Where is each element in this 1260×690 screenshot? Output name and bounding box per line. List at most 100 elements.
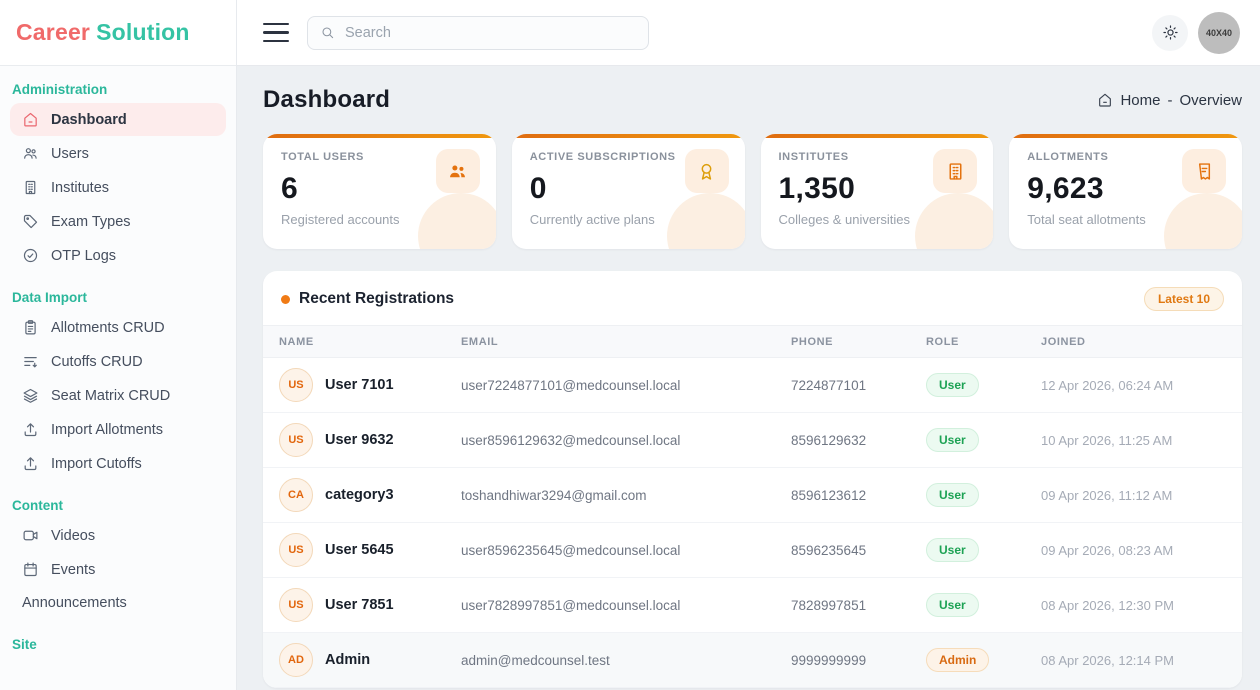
row-avatar: AD (279, 643, 313, 677)
sidebar-item-label: OTP Logs (51, 248, 116, 264)
sidebar-item[interactable]: Announcements (10, 587, 226, 619)
user-email: user8596235645@medcounsel.local (461, 543, 791, 558)
user-phone: 7224877101 (791, 378, 926, 393)
breadcrumb-separator: - (1167, 92, 1172, 109)
sidebar-item[interactable]: Seat Matrix CRUD (10, 379, 226, 412)
user-email: user7828997851@medcounsel.local (461, 598, 791, 613)
column-header: PHONE (791, 336, 926, 348)
sidebar-item-label: Announcements (22, 595, 127, 611)
sidebar-item[interactable]: Events (10, 553, 226, 586)
sidebar-item[interactable]: Users (10, 137, 226, 170)
user-name: User 9632 (325, 432, 394, 448)
sidebar-item-label: Dashboard (51, 112, 127, 128)
role-badge: Admin (926, 648, 989, 672)
stat-card: TOTAL USERS 6 Registered accounts (263, 134, 496, 249)
sidebar-item[interactable]: Videos (10, 519, 226, 552)
home-icon (1097, 92, 1113, 108)
user-avatar[interactable]: 40X40 (1198, 12, 1240, 54)
card-accent-bar (761, 134, 994, 138)
sidebar-section-label: Site (10, 633, 226, 658)
user-name: User 5645 (325, 542, 394, 558)
table-body: US User 7101 user7224877101@medcounsel.l… (263, 358, 1242, 688)
sidebar-item-label: Users (51, 146, 89, 162)
video-icon (22, 527, 39, 544)
role-badge: User (926, 428, 979, 452)
list-icon (22, 353, 39, 370)
table-row[interactable]: CA category3 toshandhiwar3294@gmail.com … (263, 468, 1242, 523)
column-header: ROLE (926, 336, 1041, 348)
sidebar-item-label: Seat Matrix CRUD (51, 388, 170, 404)
sidebar-item-label: Administration (12, 82, 107, 97)
user-phone: 9999999999 (791, 653, 926, 668)
breadcrumb-home[interactable]: Home (1120, 92, 1160, 109)
search-input[interactable] (343, 24, 636, 42)
stat-cards-row: TOTAL USERS 6 Registered accounts ACTIVE… (263, 134, 1242, 249)
joined-date: 12 Apr 2026, 06:24 AM (1041, 378, 1226, 393)
app: { "logo": { "part1": "Career", "part2": … (0, 0, 1260, 690)
sidebar-item[interactable]: Exam Types (10, 205, 226, 238)
search-icon (320, 25, 335, 40)
sidebar-item-label: Videos (51, 528, 95, 544)
sidebar-item[interactable]: Allotments CRUD (10, 311, 226, 344)
table-row[interactable]: US User 5645 user8596235645@medcounsel.l… (263, 523, 1242, 578)
joined-date: 10 Apr 2026, 11:25 AM (1041, 433, 1226, 448)
sidebar: Career Solution Administration Dashboard… (0, 0, 237, 690)
sidebar-item-label: Cutoffs CRUD (51, 354, 143, 370)
topbar: 40X40 (237, 0, 1260, 66)
row-avatar: US (279, 533, 313, 567)
building-icon (933, 149, 977, 193)
sidebar-item[interactable]: Import Allotments (10, 413, 226, 446)
sidebar-section-label: Administration (10, 78, 226, 103)
sun-icon (1162, 24, 1179, 41)
search-box[interactable] (307, 16, 649, 50)
award-icon (685, 149, 729, 193)
column-header: NAME (279, 336, 461, 348)
check-circle-icon (22, 247, 39, 264)
sidebar-item-label: Allotments CRUD (51, 320, 165, 336)
sidebar-item[interactable]: OTP Logs (10, 239, 226, 272)
table-row[interactable]: AD Admin admin@medcounsel.test 999999999… (263, 633, 1242, 688)
sidebar-item[interactable]: Institutes (10, 171, 226, 204)
table-row[interactable]: US User 7851 user7828997851@medcounsel.l… (263, 578, 1242, 633)
row-avatar: CA (279, 478, 313, 512)
theme-toggle-button[interactable] (1152, 15, 1188, 51)
upload-icon (22, 421, 39, 438)
user-name: category3 (325, 487, 394, 503)
sidebar-section-label: Content (10, 494, 226, 519)
joined-date: 09 Apr 2026, 08:23 AM (1041, 543, 1226, 558)
users-icon (22, 145, 39, 162)
sidebar-item[interactable]: Cutoffs CRUD (10, 345, 226, 378)
building-icon (22, 179, 39, 196)
table-row[interactable]: US User 9632 user8596129632@medcounsel.l… (263, 413, 1242, 468)
card-accent-bar (1009, 134, 1242, 138)
breadcrumb: Home - Overview (1097, 92, 1242, 109)
sidebar-item[interactable]: Dashboard (10, 103, 226, 136)
user-email: user7224877101@medcounsel.local (461, 378, 791, 393)
user-email: admin@medcounsel.test (461, 653, 791, 668)
tag-icon (22, 213, 39, 230)
page-title: Dashboard (263, 86, 390, 114)
sidebar-item-label: Content (12, 498, 63, 513)
row-avatar: US (279, 368, 313, 402)
role-badge: User (926, 373, 979, 397)
user-name: User 7851 (325, 597, 394, 613)
row-avatar: US (279, 588, 313, 622)
sidebar-item-label: Data Import (12, 290, 87, 305)
logo-text-career: Career (16, 19, 90, 46)
users-group-icon (436, 149, 480, 193)
stat-card: ACTIVE SUBSCRIPTIONS 0 Currently active … (512, 134, 745, 249)
user-name: User 7101 (325, 377, 394, 393)
home-icon (22, 111, 39, 128)
table-header-row: NAMEEMAILPHONEROLEJOINED (263, 325, 1242, 358)
user-phone: 8596235645 (791, 543, 926, 558)
role-badge: User (926, 593, 979, 617)
sidebar-item[interactable]: Import Cutoffs (10, 447, 226, 480)
clipboard-icon (22, 319, 39, 336)
upload-icon (22, 455, 39, 472)
menu-toggle-button[interactable] (263, 23, 289, 43)
user-email: user8596129632@medcounsel.local (461, 433, 791, 448)
sidebar-section-label: Data Import (10, 286, 226, 311)
user-phone: 7828997851 (791, 598, 926, 613)
breadcrumb-current: Overview (1179, 92, 1242, 109)
table-row[interactable]: US User 7101 user7224877101@medcounsel.l… (263, 358, 1242, 413)
